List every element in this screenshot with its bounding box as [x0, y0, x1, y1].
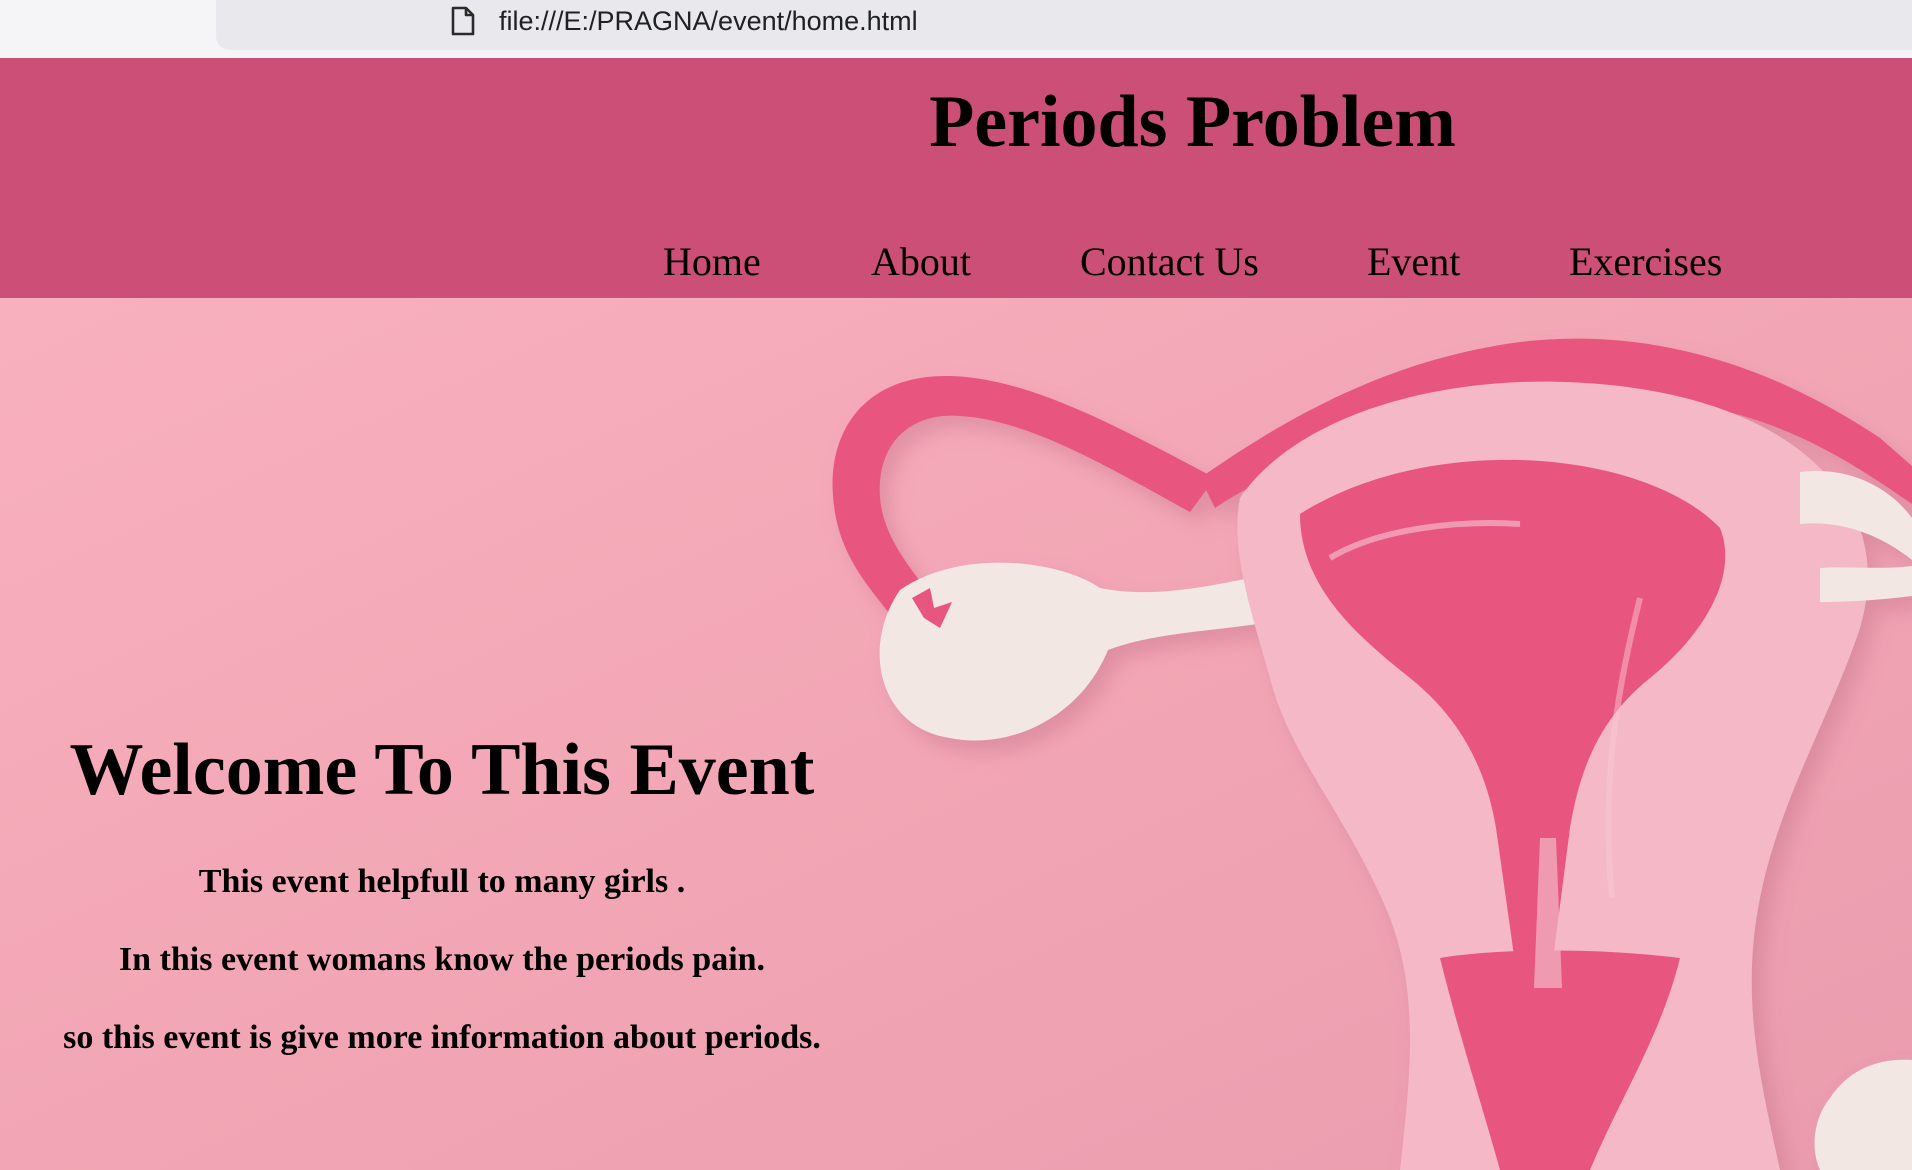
browser-toolbar: file:///E:/PRAGNA/event/home.html: [0, 0, 1912, 58]
page-icon: [451, 6, 475, 36]
nav-link-exercises[interactable]: Exercises: [1569, 234, 1722, 290]
hero-section: Welcome To This Event This event helpful…: [0, 298, 1912, 1170]
nav-link-home[interactable]: Home: [663, 234, 761, 290]
main-nav: Home About Contact Us Event Exercises: [0, 234, 1912, 290]
hero-line-1: This event helpfull to many girls .: [198, 863, 686, 900]
welcome-heading: Welcome To This Event: [69, 729, 815, 811]
site-title: Periods Problem: [929, 81, 1456, 163]
nav-link-event[interactable]: Event: [1367, 234, 1460, 290]
address-bar[interactable]: file:///E:/PRAGNA/event/home.html: [216, 0, 1912, 50]
url-text[interactable]: file:///E:/PRAGNA/event/home.html: [499, 3, 918, 39]
site-header: Periods Problem Home About Contact Us Ev…: [0, 58, 1912, 298]
hero-line-3: so this event is give more information a…: [63, 1019, 821, 1056]
hero-line-2: In this event womans know the periods pa…: [118, 941, 766, 978]
nav-link-contact-us[interactable]: Contact Us: [1080, 234, 1259, 290]
nav-link-about[interactable]: About: [871, 234, 971, 290]
